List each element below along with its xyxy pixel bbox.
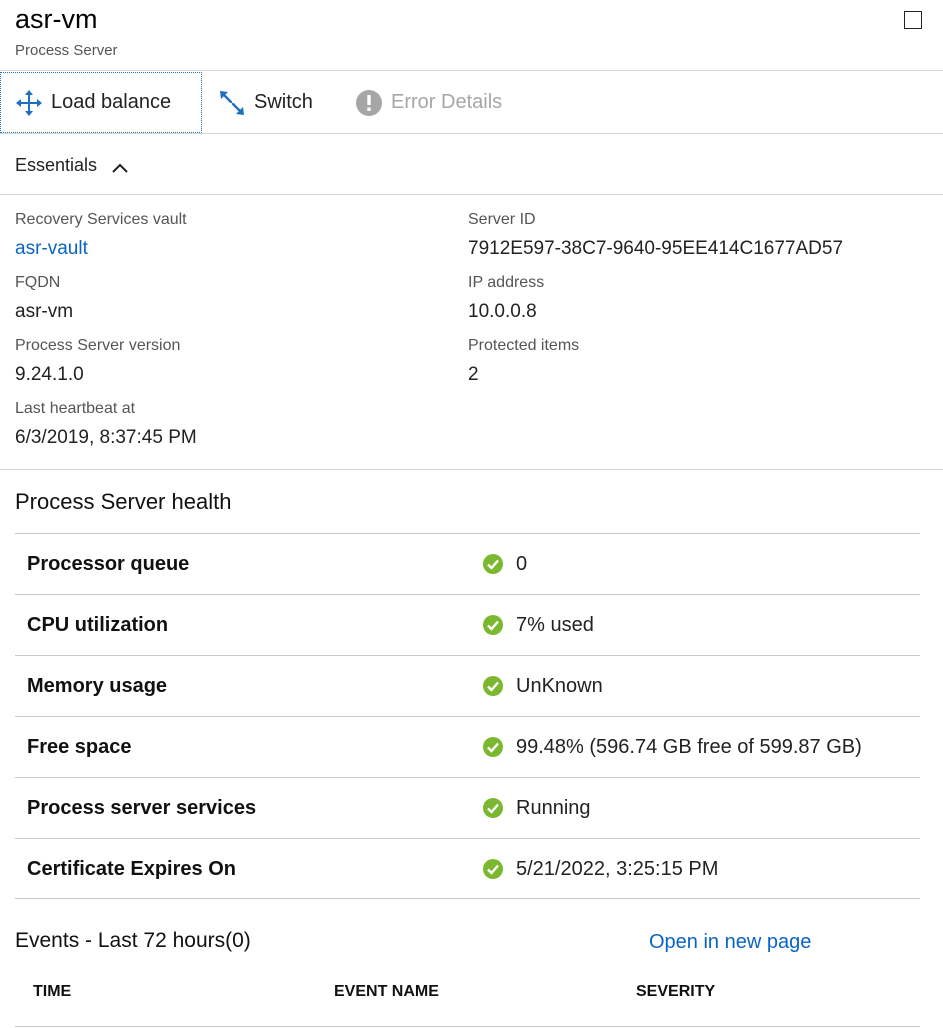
ip-address-label: IP address xyxy=(468,274,545,291)
protected-items-value: 2 xyxy=(468,364,479,385)
switch-button[interactable]: Switch xyxy=(218,72,313,133)
divider xyxy=(0,194,943,195)
essentials-toggle[interactable]: Essentials xyxy=(15,155,129,176)
health-title: Process Server health xyxy=(15,489,232,514)
health-label: Memory usage xyxy=(27,675,168,697)
protected-items-label: Protected items xyxy=(468,337,580,354)
move-arrows-icon xyxy=(15,89,43,117)
health-value: 5/21/2022, 3:25:15 PM xyxy=(516,858,719,880)
health-label: Free space xyxy=(27,736,132,758)
column-header-time[interactable]: TIME xyxy=(33,983,71,1001)
check-circle-icon xyxy=(483,859,503,879)
health-row: Certificate Expires On 5/21/2022, 3:25:1… xyxy=(15,838,920,899)
check-circle-icon xyxy=(483,554,503,574)
vault-label: Recovery Services vault xyxy=(15,211,187,228)
fqdn-label: FQDN xyxy=(15,274,61,291)
health-label: Processor queue xyxy=(27,553,190,575)
ps-version-value: 9.24.1.0 xyxy=(15,364,84,385)
chevron-up-icon xyxy=(111,159,129,173)
exclamation-circle-icon xyxy=(355,89,383,117)
health-row: CPU utilization 7% used xyxy=(15,594,920,655)
divider xyxy=(0,469,943,470)
switch-label: Switch xyxy=(254,91,313,113)
health-row: Processor queue 0 xyxy=(15,533,920,594)
column-header-severity[interactable]: SEVERITY xyxy=(636,983,715,1001)
health-row: Memory usage UnKnown xyxy=(15,655,920,716)
check-circle-icon xyxy=(483,737,503,757)
vault-link[interactable]: asr-vault xyxy=(15,238,88,260)
ip-address-value: 10.0.0.8 xyxy=(468,301,537,322)
heartbeat-label: Last heartbeat at xyxy=(15,400,136,417)
open-in-new-page-link[interactable]: Open in new page xyxy=(649,931,811,954)
blade-header: asr-vm Process Server xyxy=(0,0,943,71)
error-details-label: Error Details xyxy=(391,91,503,113)
load-balance-button[interactable]: Load balance xyxy=(0,72,202,133)
page-title: asr-vm xyxy=(15,4,98,34)
check-circle-icon xyxy=(483,798,503,818)
heartbeat-value: 6/3/2019, 8:37:45 PM xyxy=(15,427,197,448)
switch-arrows-icon xyxy=(218,89,246,117)
divider xyxy=(0,133,943,134)
health-value: UnKnown xyxy=(516,675,603,697)
health-value: Running xyxy=(516,797,591,819)
ps-version-label: Process Server version xyxy=(15,337,181,354)
fqdn-value: asr-vm xyxy=(15,301,74,322)
maximize-icon[interactable] xyxy=(904,11,922,29)
server-id-label: Server ID xyxy=(468,211,536,228)
divider xyxy=(15,1026,920,1027)
health-row: Free space 99.48% (596.74 GB free of 599… xyxy=(15,716,920,777)
check-circle-icon xyxy=(483,615,503,635)
health-label: Process server services xyxy=(27,797,257,819)
check-circle-icon xyxy=(483,676,503,696)
divider xyxy=(0,70,943,71)
health-value: 0 xyxy=(516,553,528,575)
health-row: Process server services Running xyxy=(15,777,920,838)
error-details-button[interactable]: Error Details xyxy=(355,72,502,133)
load-balance-label: Load balance xyxy=(51,91,172,113)
events-title: Events - Last 72 hours(0) xyxy=(15,929,251,952)
health-label: CPU utilization xyxy=(27,614,169,636)
server-id-value: 7912E597-38C7-9640-95EE414C1677AD57 xyxy=(468,238,844,259)
essentials-label: Essentials xyxy=(15,155,98,175)
command-bar: Load balance Switch Error Details xyxy=(0,72,943,133)
column-header-event-name[interactable]: EVENT NAME xyxy=(334,983,439,1001)
page-subtitle: Process Server xyxy=(15,42,118,59)
health-value: 99.48% (596.74 GB free of 599.87 GB) xyxy=(516,736,862,758)
health-label: Certificate Expires On xyxy=(27,858,236,880)
health-value: 7% used xyxy=(516,614,594,636)
